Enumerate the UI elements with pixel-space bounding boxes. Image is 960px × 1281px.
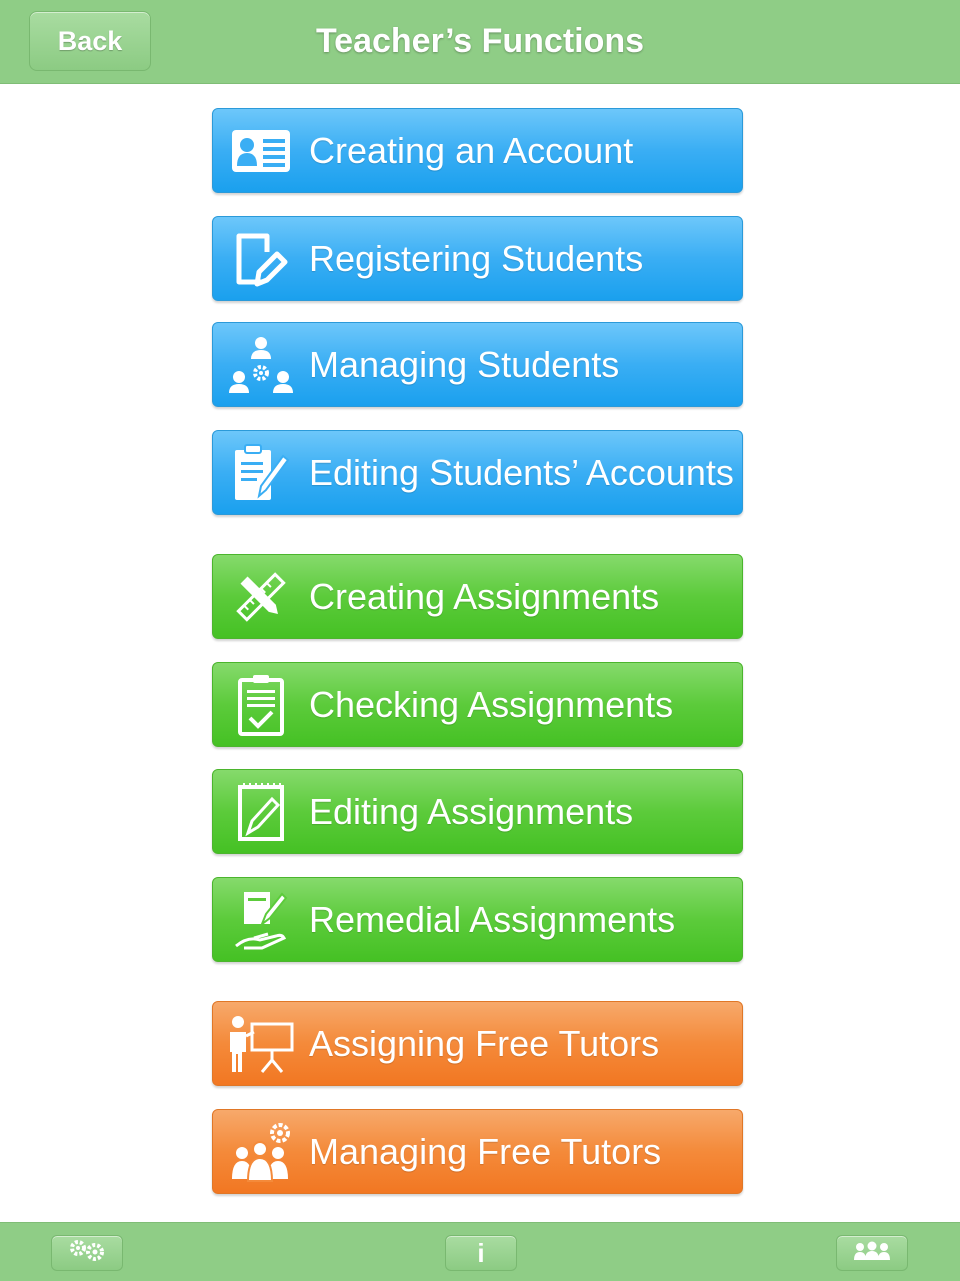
- menu-label: Assigning Free Tutors: [309, 1022, 660, 1064]
- checking-assignments-button[interactable]: Checking Assignments: [212, 662, 743, 747]
- settings-button[interactable]: [51, 1235, 123, 1271]
- editing-assignments-button[interactable]: Editing Assignments: [212, 769, 743, 854]
- registering-students-button[interactable]: Registering Students: [212, 216, 743, 301]
- menu-label: Remedial Assignments: [309, 898, 676, 940]
- menu-label: Managing Students: [309, 343, 620, 385]
- managing-free-tutors-button[interactable]: Managing Free Tutors: [212, 1109, 743, 1194]
- menu-label: Checking Assignments: [309, 683, 674, 725]
- bottom-toolbar: i: [0, 1222, 960, 1281]
- clipboard-check-icon: [213, 662, 309, 747]
- menu-label: Creating Assignments: [309, 575, 660, 617]
- notepad-pen-icon: [213, 769, 309, 854]
- clipboard-pencil-icon: [213, 430, 309, 515]
- assigning-free-tutors-button[interactable]: Assigning Free Tutors: [212, 1001, 743, 1086]
- menu-label: Creating an Account: [309, 129, 634, 171]
- editing-students-accounts-button[interactable]: Editing Students’ Accounts: [212, 430, 743, 515]
- menu-label: Managing Free Tutors: [309, 1130, 662, 1172]
- info-button[interactable]: i: [445, 1235, 517, 1271]
- remedial-assignments-button[interactable]: Remedial Assignments: [212, 877, 743, 962]
- managing-students-button[interactable]: Managing Students: [212, 322, 743, 407]
- creating-assignments-button[interactable]: Creating Assignments: [212, 554, 743, 639]
- id-card-icon: [213, 108, 309, 193]
- hand-document-icon: [213, 877, 309, 962]
- ruler-pencil-icon: [213, 554, 309, 639]
- edit-document-icon: [213, 216, 309, 301]
- people-gear-icon: [213, 322, 309, 407]
- creating-account-button[interactable]: Creating an Account: [212, 108, 743, 193]
- users-button[interactable]: [836, 1235, 908, 1271]
- top-navigation-bar: Back Teacher’s Functions: [0, 0, 960, 84]
- menu-label: Registering Students: [309, 237, 644, 279]
- back-button[interactable]: Back: [29, 11, 151, 71]
- users-icon: [852, 1238, 892, 1269]
- gears-icon: [65, 1238, 109, 1269]
- menu-label: Editing Students’ Accounts: [309, 451, 734, 493]
- menu-label: Editing Assignments: [309, 790, 634, 832]
- presenter-board-icon: [213, 1001, 309, 1086]
- group-gear-icon: [213, 1109, 309, 1194]
